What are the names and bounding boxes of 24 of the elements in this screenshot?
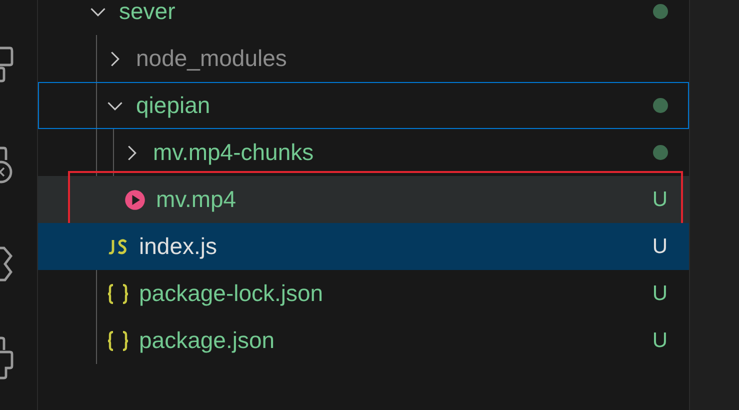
js-icon (107, 238, 129, 254)
file-name: index.js (139, 233, 217, 260)
braces-icon (107, 330, 129, 350)
tree-item[interactable]: index.js U (38, 223, 689, 270)
file-name: package.json (139, 327, 275, 354)
git-status: U (652, 282, 668, 306)
git-status: U (652, 188, 668, 212)
tree-item[interactable]: node_modules (38, 35, 689, 82)
braces-icon (107, 284, 129, 304)
tree-item[interactable]: mv.mp4-chunks (38, 129, 689, 176)
tree-item[interactable]: package-lock.json U (38, 270, 689, 317)
folder-name: mv.mp4-chunks (153, 139, 314, 166)
tree-item[interactable]: package.json U (38, 317, 689, 364)
folder-name: qiepian (136, 92, 210, 119)
play-icon (124, 188, 146, 210)
folder-name: node_modules (136, 45, 287, 72)
tree-item[interactable]: qiepian (38, 82, 689, 129)
git-status: U (652, 234, 668, 258)
tree-item[interactable]: mv.mp4 U (38, 176, 689, 223)
file-name: package-lock.json (139, 280, 324, 307)
folder-name: sever (119, 0, 176, 25)
file-name: mv.mp4 (156, 186, 236, 213)
git-status: U (652, 328, 668, 352)
tree-item[interactable]: sever (38, 0, 689, 35)
